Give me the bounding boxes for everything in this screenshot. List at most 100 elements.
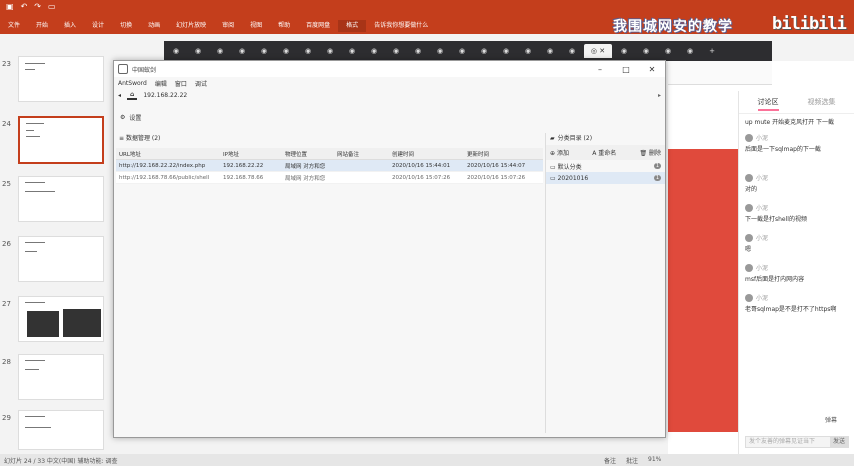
col-location[interactable]: 物理位置 <box>285 150 337 158</box>
ribbon-tab[interactable]: 切换 <box>112 20 140 32</box>
col-note[interactable]: 网站备注 <box>337 150 392 158</box>
chat-message-text: msf后面是打内网内容 <box>745 276 805 283</box>
slide-preview[interactable] <box>18 410 104 450</box>
minimize-icon[interactable]: – <box>587 65 613 74</box>
ribbon-tab[interactable]: 视图 <box>242 20 270 32</box>
browser-tab[interactable]: ◉ <box>430 44 450 58</box>
browser-tab-active[interactable]: ◎ ✕ <box>584 44 612 58</box>
menu-antsword[interactable]: AntSword <box>118 80 147 87</box>
close-icon[interactable]: ✕ <box>639 65 665 74</box>
browser-tab[interactable]: ◉ <box>540 44 560 58</box>
browser-tab[interactable]: ◉ <box>562 44 582 58</box>
cell-ip: 192.168.78.66 <box>223 174 264 181</box>
settings-button[interactable]: ⚙ 设置 <box>120 113 141 122</box>
slide-thumb[interactable]: 25 <box>0 176 112 222</box>
ribbon-tab[interactable]: 幻灯片放映 <box>168 20 214 32</box>
browser-tab[interactable]: ◉ <box>518 44 538 58</box>
browser-tab[interactable]: ◉ <box>474 44 494 58</box>
comments-button[interactable]: 批注 <box>626 456 638 465</box>
ribbon-tab[interactable]: 文件 <box>0 20 28 32</box>
browser-tab[interactable]: ◉ <box>408 44 428 58</box>
ribbon-tab[interactable]: 帮助 <box>270 20 298 32</box>
redo-icon[interactable]: ↷ <box>34 2 41 11</box>
folder-open-icon: ▭ <box>550 163 556 171</box>
tab-episodes[interactable]: 视频选集 <box>808 97 836 111</box>
ribbon-tab[interactable]: 审阅 <box>214 20 242 32</box>
slide-thumb[interactable]: 23 <box>0 56 112 102</box>
browser-tab[interactable]: ◉ <box>276 44 296 58</box>
tell-me-search[interactable]: 告诉我你想要做什么 <box>366 20 436 32</box>
ribbon-tab[interactable]: 插入 <box>56 20 84 32</box>
delete-category-button[interactable]: 🗑 删除 <box>639 148 661 157</box>
browser-tab[interactable]: ◉ <box>188 44 208 58</box>
ribbon-tab-format[interactable]: 格式 <box>338 20 367 32</box>
browser-tab[interactable]: ◉ <box>232 44 252 58</box>
col-ip[interactable]: IP地址 <box>223 150 285 158</box>
table-row[interactable]: http://192.168.22.22/index.php 192.168.2… <box>116 160 543 172</box>
slide-thumb[interactable]: 26 <box>0 236 112 282</box>
browser-tab[interactable]: ◉ <box>342 44 362 58</box>
col-created[interactable]: 创建时间 <box>392 150 467 158</box>
slide-preview[interactable] <box>18 354 104 400</box>
chat-username: 小泥 <box>756 135 769 142</box>
menu-window[interactable]: 窗口 <box>175 79 187 88</box>
browser-tab-strip: ◉ ◉ ◉ ◉ ◉ ◉ ◉ ◉ ◉ ◉ ◉ ◉ ◉ ◉ ◉ ◉ ◉ ◉ ◉ ◎ … <box>164 41 772 61</box>
category-item[interactable]: ▭ 20201016 1 <box>546 172 665 184</box>
slide-thumb-active[interactable]: 24 <box>0 116 112 164</box>
slide-preview[interactable] <box>18 296 104 342</box>
menu-debug[interactable]: 调试 <box>195 79 207 88</box>
col-url[interactable]: URL地址 <box>116 150 223 158</box>
maximize-icon[interactable]: □ <box>613 65 639 74</box>
browser-tab[interactable]: ◉ <box>364 44 384 58</box>
browser-tab[interactable]: ◉ <box>680 44 700 58</box>
tab-scroll-left-icon[interactable]: ◂ <box>118 92 121 99</box>
ribbon-tab[interactable]: 设计 <box>84 20 112 32</box>
browser-tab[interactable]: ◉ <box>210 44 230 58</box>
menu-edit[interactable]: 编辑 <box>155 79 167 88</box>
new-tab-button[interactable]: + <box>702 44 722 58</box>
slide-preview[interactable] <box>18 56 104 102</box>
save-icon[interactable]: ▣ <box>6 2 14 11</box>
slide-thumb[interactable]: 28 <box>0 354 112 400</box>
ribbon-tab[interactable]: 动画 <box>140 20 168 32</box>
zoom-level[interactable]: 91% <box>648 456 661 465</box>
browser-tab[interactable]: ◉ <box>636 44 656 58</box>
slide-thumbnails: 23 24 25 26 27 28 29 <box>0 46 112 454</box>
add-category-button[interactable]: ⊕ 添加 <box>550 148 569 157</box>
undo-icon[interactable]: ↶ <box>21 2 28 11</box>
notes-button[interactable]: 备注 <box>604 456 616 465</box>
slide-thumb[interactable]: 27 <box>0 296 112 342</box>
slide-preview[interactable] <box>18 176 104 222</box>
danmaku-toggle[interactable]: 弹幕 <box>825 415 837 424</box>
table-row[interactable]: http://192.168.78.66/public/shell 192.16… <box>116 172 543 184</box>
tab-scroll-right-icon[interactable]: ▸ <box>658 92 661 99</box>
category-panel: ▰ 分类目录 (2) ⊕ 添加 A 重命名 🗑 删除 ▭ 默认分类 1 ▭ 20… <box>545 133 665 433</box>
col-updated[interactable]: 更新时间 <box>467 150 543 158</box>
tab-discussion[interactable]: 讨论区 <box>757 97 779 111</box>
ribbon-tab[interactable]: 开始 <box>28 20 56 32</box>
slide-thumb[interactable]: 29 <box>0 410 112 450</box>
browser-tab[interactable]: ◉ <box>254 44 274 58</box>
browser-tab[interactable]: ◉ <box>166 44 186 58</box>
browser-tab[interactable]: ◉ <box>658 44 678 58</box>
ribbon-tab[interactable]: 百度网盘 <box>298 20 338 32</box>
browser-tab[interactable]: ◉ <box>614 44 634 58</box>
send-button[interactable]: 发送 <box>830 437 848 447</box>
browser-tab[interactable]: ◉ <box>298 44 318 58</box>
slide-preview[interactable] <box>18 116 104 164</box>
slide-preview[interactable] <box>18 236 104 282</box>
browser-tab[interactable]: ◉ <box>452 44 472 58</box>
browser-tab[interactable]: ◉ <box>320 44 340 58</box>
browser-tab[interactable]: ◉ <box>496 44 516 58</box>
tab-host[interactable]: 192.168.22.22 <box>143 92 187 99</box>
rename-category-button[interactable]: A 重命名 <box>592 148 616 157</box>
present-icon[interactable]: ▭ <box>48 2 56 11</box>
browser-tab[interactable]: ◉ <box>386 44 406 58</box>
antsword-window: 中国蚁剑 – □ ✕ AntSword 编辑 窗口 调试 ◂ ⌂ 192.168… <box>113 60 666 438</box>
category-item[interactable]: ▭ 默认分类 1 <box>546 160 665 172</box>
window-titlebar[interactable]: 中国蚁剑 – □ ✕ <box>114 61 665 77</box>
danmaku-input[interactable]: 发个友善的弹幕见证当下 发送 <box>745 436 849 448</box>
page-red-banner <box>668 149 738 432</box>
tab-home[interactable]: ⌂ <box>127 91 138 100</box>
status-right: 备注 批注 91% <box>604 456 661 465</box>
